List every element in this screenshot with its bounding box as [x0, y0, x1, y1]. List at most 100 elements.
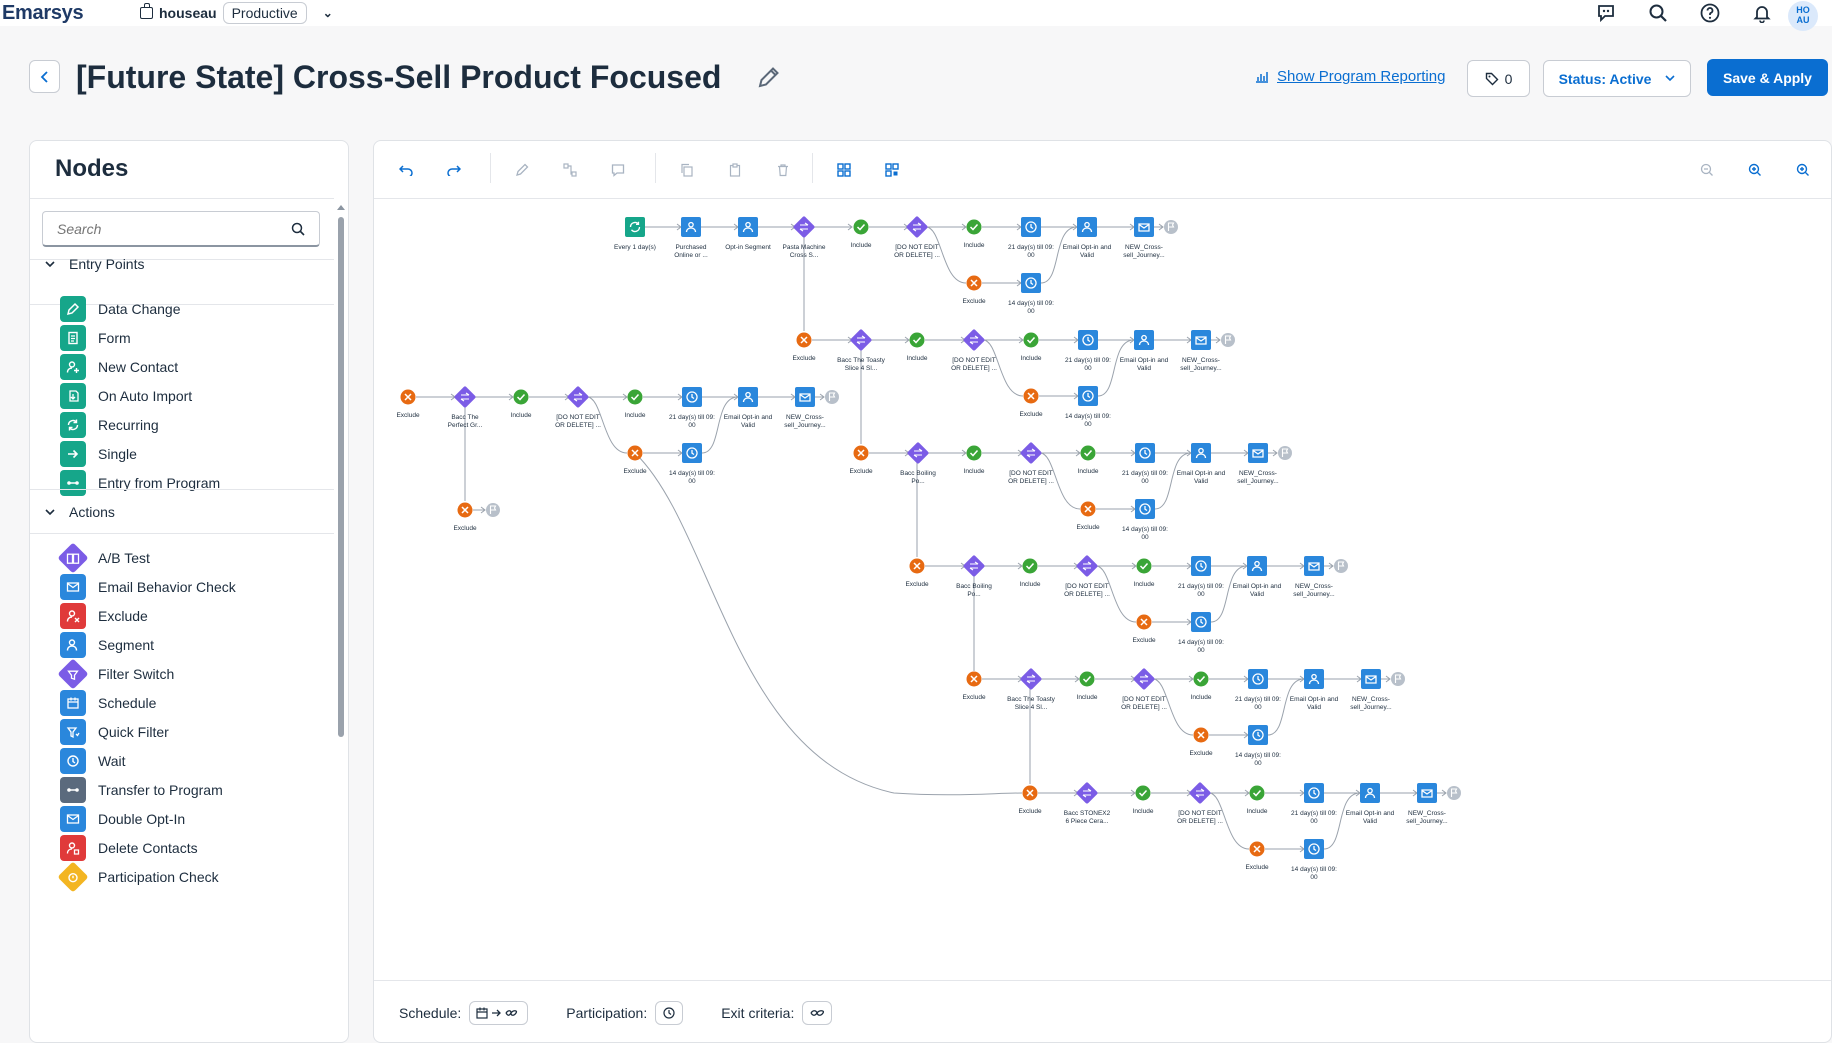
help-icon[interactable] [1684, 0, 1736, 26]
save-and-apply-button[interactable]: Save & Apply [1707, 59, 1828, 96]
node-caption: Email Opt-in and [1346, 810, 1395, 817]
user-avatar[interactable]: HO AU [1788, 1, 1818, 31]
brand-logo[interactable]: Emarsys [2, 2, 84, 25]
node-exclude[interactable]: Exclude [60, 603, 148, 629]
node-caption: Bacc Boiling [956, 583, 992, 590]
filter-switch-node [1076, 555, 1098, 577]
flow-edge [1267, 678, 1305, 736]
page-title: [Future State] Cross-Sell Product Focuse… [76, 59, 722, 95]
tags-button[interactable]: 0 [1467, 60, 1530, 97]
node-caption: Bacc The Toasty [1007, 696, 1056, 703]
paste-icon[interactable] [724, 159, 746, 181]
node-caption: 00 [1254, 760, 1262, 767]
status-dropdown[interactable]: Status: Active [1543, 60, 1691, 97]
node-caption: 00 [1254, 704, 1262, 711]
participation-button[interactable] [655, 1000, 684, 1025]
single-icon [60, 441, 86, 467]
node-email-behavior-check[interactable]: Email Behavior Check [60, 574, 236, 600]
node-entry-from-program[interactable]: Entry from Program [60, 470, 220, 496]
chevron-down-icon[interactable]: ⌄ [323, 6, 333, 20]
node-ab-test[interactable]: A/B Test [57, 542, 150, 574]
back-button[interactable] [29, 60, 60, 93]
node-caption: 00 [1084, 365, 1092, 372]
node-caption: Email Opt-in and [1233, 583, 1282, 590]
auto-import-icon [60, 383, 86, 409]
section-label: Actions [69, 504, 115, 520]
node-caption: Email Opt-in and [1063, 244, 1112, 251]
node-delete-contacts[interactable]: Delete Contacts [60, 835, 198, 861]
zoom-in-icon[interactable] [1744, 159, 1766, 181]
divider [812, 153, 813, 183]
node-caption: Exclude [1245, 864, 1269, 871]
node-filter-switch[interactable]: Filter Switch [57, 658, 174, 690]
flow-nodes: Every 1 day(s) PurchasedOnline or ... Opt-… [396, 216, 1461, 881]
assistant-icon[interactable] [1580, 0, 1632, 26]
node-quick-filter[interactable]: Quick Filter [60, 719, 169, 745]
node-new-contact[interactable]: New Contact [60, 354, 178, 380]
comment-icon[interactable] [607, 159, 629, 181]
node-caption: 00 [1310, 874, 1318, 881]
node-caption: OR DELETE] ... [1008, 478, 1054, 485]
include-node [966, 219, 982, 235]
search-icon[interactable] [1632, 0, 1684, 26]
node-caption: Include [1077, 694, 1098, 701]
flow-edge [1323, 792, 1361, 850]
node-single[interactable]: Single [60, 441, 137, 467]
nodes-search[interactable] [42, 211, 320, 247]
scroll-up-icon [337, 205, 345, 210]
nodes-scrollbar[interactable] [336, 201, 346, 1042]
node-caption: NEW_Cross- [1239, 470, 1277, 477]
node-form[interactable]: Form [60, 325, 131, 351]
search-input[interactable] [57, 220, 257, 237]
pencil-icon[interactable] [511, 159, 533, 181]
connect-icon[interactable] [559, 159, 581, 181]
exit-criteria-button[interactable] [802, 1000, 833, 1025]
node-caption: OR DELETE] ... [1177, 818, 1223, 825]
node-caption: Valid [1137, 365, 1151, 372]
node-transfer-to-program[interactable]: Transfer to Program [60, 777, 223, 803]
edit-title-icon[interactable] [756, 64, 782, 95]
tenant-name: houseau [159, 5, 217, 21]
avatar-initials-line1: HO [1796, 5, 1810, 15]
node-caption: [DO NOT EDIT [952, 357, 996, 364]
section-actions[interactable]: Actions [45, 504, 115, 520]
show-program-reporting-link[interactable]: Show Program Reporting [1255, 68, 1445, 85]
auto-layout-icon[interactable] [833, 159, 855, 181]
include-node [1135, 785, 1151, 801]
environment-badge: Productive [222, 2, 307, 24]
include-node [909, 332, 925, 348]
redo-icon[interactable] [443, 159, 465, 181]
scroll-thumb[interactable] [338, 217, 344, 737]
node-double-opt-in[interactable]: Double Opt-In [60, 806, 185, 832]
flow-edge [1210, 565, 1248, 623]
node-recurring[interactable]: Recurring [60, 412, 159, 438]
node-wait[interactable]: Wait [60, 748, 125, 774]
node-on-auto-import[interactable]: On Auto Import [60, 383, 192, 409]
node-caption: Include [625, 412, 646, 419]
node-schedule[interactable]: Schedule [60, 690, 156, 716]
section-entry-points[interactable]: Entry Points [45, 256, 144, 272]
flow-canvas[interactable]: Every 1 day(s) Purchased Online or ... Opt-… [374, 198, 1831, 980]
schedule-button[interactable] [469, 1000, 529, 1025]
email-node [1304, 556, 1324, 576]
node-label: On Auto Import [98, 388, 193, 404]
node-label: Segment [98, 637, 155, 653]
copy-icon[interactable] [676, 159, 698, 181]
tenant-switcher[interactable]: houseau Productive ⌄ [140, 2, 333, 24]
node-caption: Valid [1363, 818, 1377, 825]
node-segment[interactable]: Segment [60, 632, 154, 658]
node-data-change[interactable]: Data Change [60, 296, 181, 322]
node-caption: Exclude [849, 468, 873, 475]
node-caption: 00 [1141, 534, 1149, 541]
node-caption: 00 [1084, 421, 1092, 428]
zoom-out-icon[interactable] [1696, 159, 1718, 181]
undo-icon[interactable] [395, 159, 417, 181]
grid-layout-icon[interactable] [881, 159, 903, 181]
branch-filter-node [1020, 668, 1042, 690]
node-caption: [DO NOT EDIT [1122, 696, 1166, 703]
node-participation-check[interactable]: Participation Check [57, 861, 219, 893]
zoom-fit-icon[interactable] [1792, 159, 1814, 181]
delete-icon[interactable] [772, 159, 794, 181]
notifications-icon[interactable] [1736, 0, 1788, 26]
history-icon [663, 1006, 675, 1019]
